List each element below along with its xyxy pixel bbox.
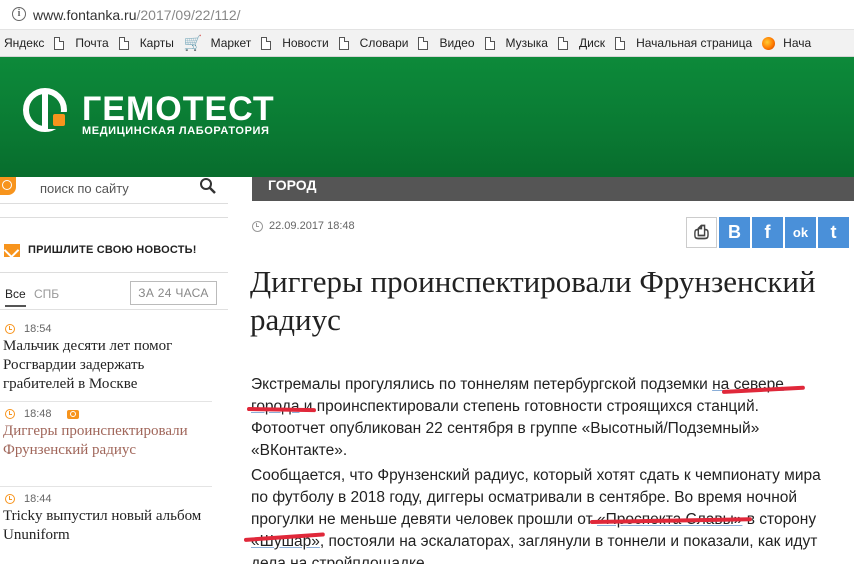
bookmark-label: Почта	[75, 36, 109, 50]
bookmark-yandex[interactable]: Яндекс	[0, 30, 50, 56]
article-paragraph: Экстремалы прогулялись по тоннелям петер…	[251, 374, 836, 462]
news-time: 18:44	[24, 493, 52, 505]
gemotest-logo-icon	[23, 88, 70, 132]
bookmark-mail[interactable]: Почта	[50, 30, 114, 56]
document-icon	[338, 36, 349, 50]
submit-news-label: ПРИШЛИТЕ СВОЮ НОВОСТЬ!	[28, 244, 197, 256]
bookmark-video[interactable]: Видео	[414, 30, 480, 56]
news-title[interactable]: Tricky выпустил новый альбом Ununiform	[0, 507, 212, 545]
bookmark-homepage[interactable]: Начальная страница	[611, 30, 758, 56]
bookmark-label: Начальная страница	[636, 36, 753, 50]
bookmark-label: Новости	[282, 36, 329, 50]
sidebar: ПРИШЛИТЕ СВОЮ НОВОСТЬ! Все СПБ ЗА 24 ЧАС…	[0, 177, 228, 564]
camera-icon	[66, 409, 79, 419]
tab-all[interactable]: Все	[5, 287, 26, 307]
bookmark-music[interactable]: Музыка	[481, 30, 554, 56]
bookmark-label: Словари	[359, 36, 409, 50]
clock-icon	[5, 409, 15, 419]
bookmark-firefox[interactable]: Нача	[758, 30, 817, 56]
envelope-icon	[4, 243, 20, 257]
search-input[interactable]	[40, 177, 190, 199]
bookmark-label: Видео	[439, 36, 475, 50]
bookmark-news[interactable]: Новости	[257, 30, 334, 56]
section-label[interactable]: ГОРОД	[268, 177, 316, 193]
ad-banner[interactable]: ГЕМОТЕСТ МЕДИЦИНСКАЯ ЛАБОРАТОРИЯ	[0, 57, 854, 177]
article-title: Диггеры проинспектировали Фрунзенский ра…	[250, 264, 816, 337]
bookmark-label: Музыка	[505, 36, 548, 50]
bookmark-label: Диск	[578, 36, 606, 50]
bookmark-market[interactable]: 🛒 Маркет	[180, 30, 257, 56]
bookmark-label: Маркет	[210, 36, 252, 50]
date-text: 22.09.2017 18:48	[269, 220, 355, 232]
paragraph-text: Экстремалы прогулялись по тоннелям петер…	[251, 376, 713, 393]
odnoklassniki-share-icon[interactable]: ok	[785, 217, 816, 248]
banner-title: ГЕМОТЕСТ	[82, 90, 275, 128]
divider	[0, 486, 212, 487]
vk-share-icon[interactable]: B	[719, 217, 750, 248]
cart-icon: 🛒	[183, 35, 203, 52]
document-icon	[118, 36, 129, 50]
news-title[interactable]: Мальчик десяти лет помог Росгвардии заде…	[0, 337, 212, 394]
clock-icon	[5, 324, 15, 334]
document-icon	[261, 36, 272, 50]
bookmark-dictionaries[interactable]: Словари	[335, 30, 415, 56]
news-item[interactable]: 18:54 Мальчик десяти лет помог Росгварди…	[0, 322, 212, 394]
document-icon	[557, 36, 568, 50]
print-icon[interactable]: ⎙	[686, 217, 717, 248]
section-bar: ГОРОД	[252, 177, 854, 201]
news-tabs: Все СПБ ЗА 24 ЧАСА	[0, 280, 228, 310]
last-24-hours-button[interactable]: ЗА 24 ЧАСА	[130, 281, 217, 305]
news-item[interactable]: 18:44 Tricky выпустил новый альбом Ununi…	[0, 492, 212, 545]
banner-subtitle: МЕДИЦИНСКАЯ ЛАБОРАТОРИЯ	[82, 125, 270, 137]
news-time: 18:54	[24, 323, 52, 335]
url-text[interactable]: www.fontanka.ru/2017/09/22/112/	[33, 7, 241, 23]
article-date: 22.09.2017 18:48	[252, 220, 355, 232]
clock-icon	[252, 220, 263, 232]
news-title[interactable]: Диггеры проинспектировали Фрунзенский ра…	[0, 422, 212, 460]
paragraph-text: и проинспектировали степень готовности с…	[251, 398, 760, 459]
twitter-share-icon[interactable]: t	[818, 217, 849, 248]
news-time: 18:48	[24, 408, 52, 420]
info-icon[interactable]: i	[12, 7, 26, 21]
paragraph-text: , постояли на эскалаторах, заглянули в т…	[251, 533, 818, 564]
search-icon[interactable]	[199, 177, 217, 195]
bookmark-maps[interactable]: Карты	[115, 30, 180, 56]
document-icon	[54, 36, 65, 50]
address-bar[interactable]: i www.fontanka.ru/2017/09/22/112/	[0, 0, 854, 30]
bookmarks-bar: Яндекс Почта Карты 🛒 Маркет Новости Слова…	[0, 30, 854, 57]
facebook-share-icon[interactable]: f	[752, 217, 783, 248]
paragraph-text: в сторону	[742, 511, 817, 528]
article-paragraph: Сообщается, что Фрунзенский радиус, кото…	[251, 465, 836, 564]
divider	[0, 217, 228, 218]
tab-spb[interactable]: СПБ	[34, 287, 59, 301]
news-item[interactable]: 18:48 Диггеры проинспектировали Фрунзенс…	[0, 407, 212, 460]
clock-icon	[5, 494, 15, 504]
bookmark-label: Яндекс	[4, 36, 45, 50]
document-icon	[418, 36, 429, 50]
bookmark-label: Карты	[139, 36, 174, 50]
bookmark-disk[interactable]: Диск	[554, 30, 611, 56]
search-box	[0, 177, 228, 204]
share-buttons: ⎙ B f ok t	[686, 217, 849, 248]
document-icon	[484, 36, 495, 50]
firefox-icon	[762, 36, 776, 50]
orange-search-icon	[0, 177, 16, 195]
document-icon	[615, 36, 626, 50]
divider	[0, 401, 212, 402]
submit-news-link[interactable]: ПРИШЛИТЕ СВОЮ НОВОСТЬ!	[0, 235, 228, 265]
bookmark-label: Нача	[783, 36, 812, 50]
divider	[0, 272, 228, 273]
url-host: www.fontanka.ru	[33, 7, 137, 23]
url-path: /2017/09/22/112/	[136, 7, 241, 23]
